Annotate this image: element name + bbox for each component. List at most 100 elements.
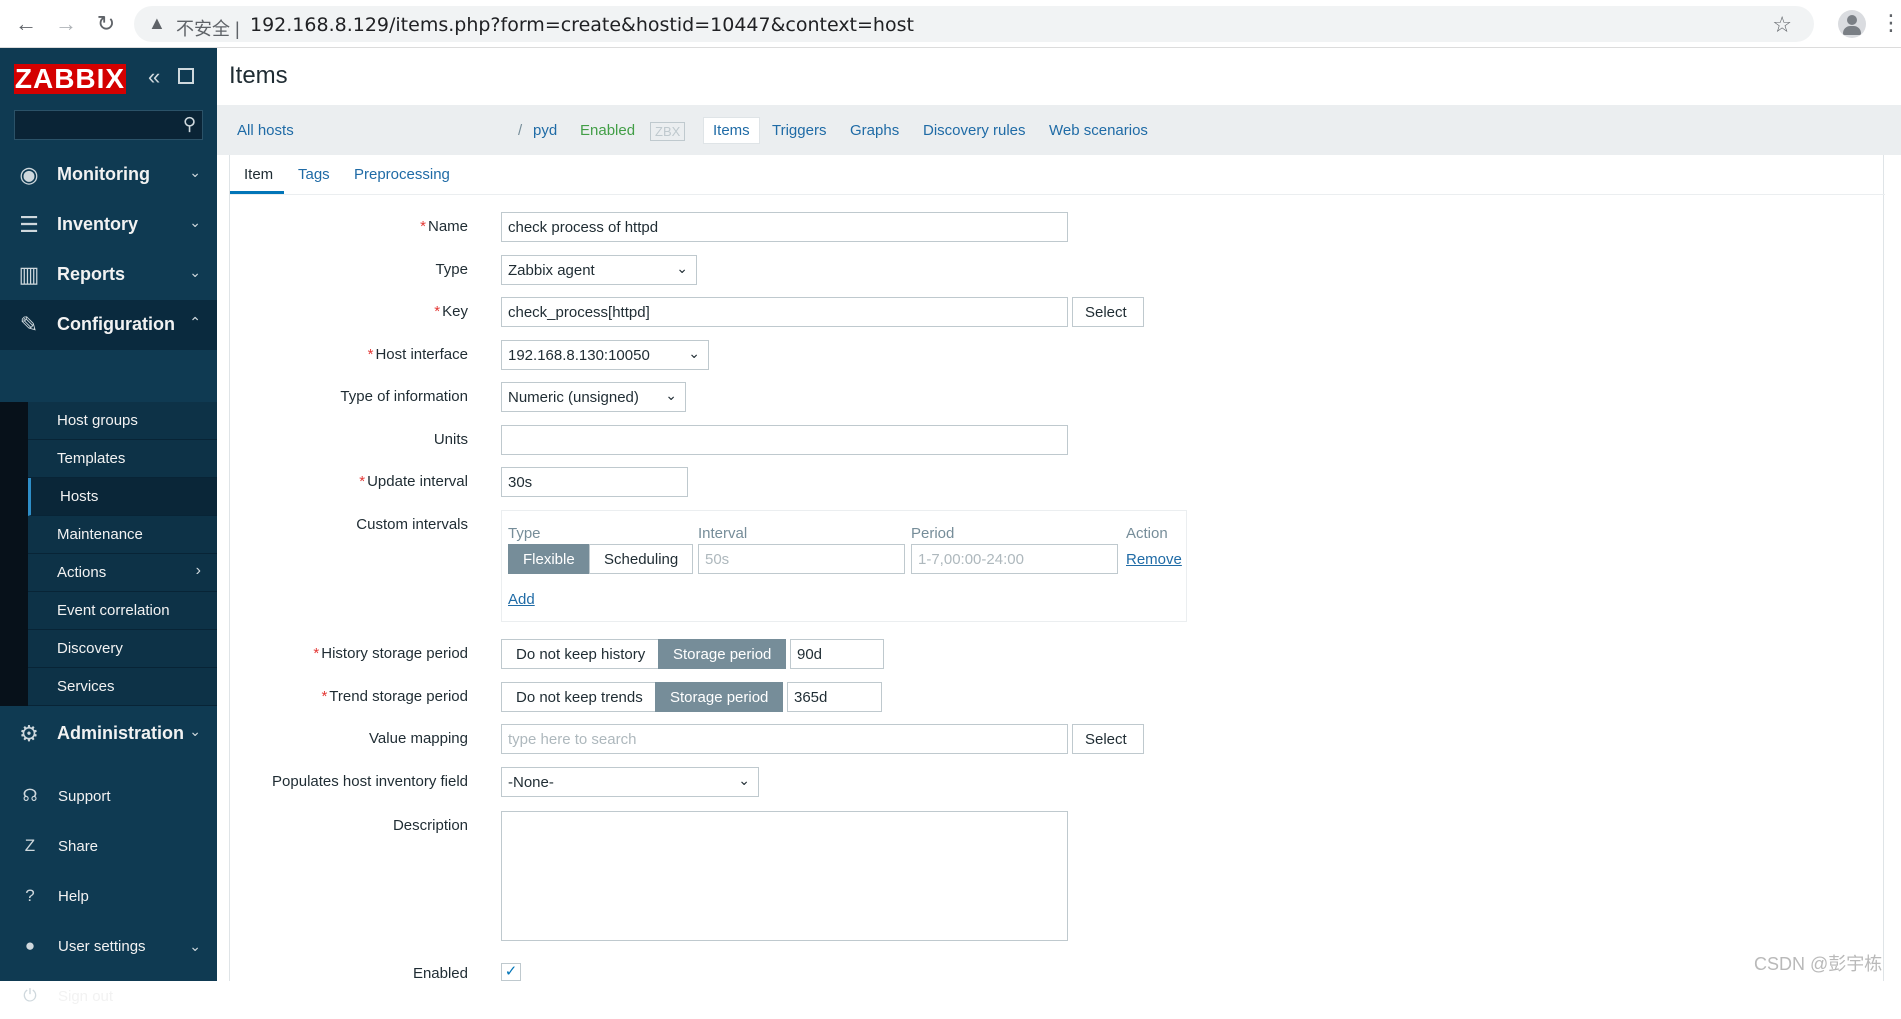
url-text[interactable]: 192.168.8.129/items.php?form=create&host… [250,14,914,36]
headset-icon: ☊ [22,786,38,805]
submenu-label: Discovery [57,640,123,657]
type-select[interactable]: Zabbix agent ⌄ [501,255,697,285]
chevron-down-icon: ⌄ [189,164,201,180]
menu-monitoring[interactable]: ◉ Monitoring ⌄ [0,150,217,200]
trend-storage-label: * Trend storage period [321,688,468,705]
reload-icon[interactable]: ↻ [92,10,120,38]
do-not-keep-history-toggle[interactable]: Do not keep history [501,639,659,669]
submenu-templates[interactable]: Templates [28,440,217,478]
tab-items[interactable]: Items [703,117,760,144]
enabled-checkbox[interactable]: ✓ [501,963,521,981]
submenu-actions[interactable]: Actions › [28,554,217,592]
watermark: CSDN @彭宇栋 [1754,954,1883,974]
host-link[interactable]: pyd [533,122,557,139]
active-tab-indicator [230,191,284,194]
trend-period-input[interactable]: 365d [787,682,882,712]
tab-discovery-rules[interactable]: Discovery rules [923,122,1026,139]
collapse-sidebar-icon[interactable]: « [148,64,160,90]
menu-label: Reports [57,264,126,284]
gear-icon: ⚙ [19,721,39,746]
value-mapping-input[interactable]: type here to search [501,724,1068,754]
warning-icon: ▲ [148,13,166,33]
back-icon[interactable]: ← [12,10,40,38]
zbx-availability-badge: ZBX [650,122,686,141]
list-icon: ☰ [19,212,39,237]
submenu-services[interactable]: Services [28,668,217,706]
tab-graphs[interactable]: Graphs [850,122,899,139]
key-label: * Key [434,303,468,320]
chevron-down-icon: ⌄ [665,387,677,403]
type-of-information-select[interactable]: Numeric (unsigned) ⌄ [501,382,686,412]
submenu-label: Services [57,678,115,695]
flexible-toggle[interactable]: Flexible [508,544,590,574]
forward-icon[interactable]: → [52,10,80,38]
interval-input[interactable]: 50s [698,544,905,574]
history-storage-label: * History storage period [313,645,468,662]
history-period-input[interactable]: 90d [790,639,884,669]
trend-storage-period-toggle[interactable]: Storage period [655,682,783,712]
submenu-label: Maintenance [57,526,143,543]
tab-web-scenarios[interactable]: Web scenarios [1049,122,1148,139]
submenu-maintenance[interactable]: Maintenance [28,516,217,554]
update-interval-input[interactable]: 30s [501,467,688,497]
tab-triggers[interactable]: Triggers [772,122,826,139]
item-form: Item Tags Preprocessing * Name check proc… [229,155,1885,982]
description-textarea[interactable] [501,811,1068,941]
menu-label: Sign out [58,988,114,1005]
menu-user-settings[interactable]: ● User settings ⌄ [0,925,217,969]
power-icon: ⏻ [23,986,37,1005]
menu-share[interactable]: Z Share [0,825,217,869]
menu-support[interactable]: ☊ Support [0,775,217,819]
kiosk-mode-icon[interactable] [178,68,194,84]
submenu-host-groups[interactable]: Host groups [28,402,217,440]
host-status-badge[interactable]: Enabled [580,122,635,139]
search-icon[interactable]: ⚲ [183,114,196,135]
units-input[interactable] [501,425,1068,455]
chevron-down-icon: ⌄ [676,260,688,276]
tab-item[interactable]: Item [244,166,273,183]
submenu-discovery[interactable]: Discovery [28,630,217,668]
menu-administration[interactable]: ⚙ Administration ⌄ [0,709,217,759]
menu-label: Administration [57,723,185,743]
do-not-keep-trends-toggle[interactable]: Do not keep trends [501,682,656,712]
profile-avatar-icon[interactable] [1838,10,1866,38]
menu-help[interactable]: ? Help [0,875,217,919]
menu-label: Monitoring [57,164,150,184]
name-input[interactable]: check process of httpd [501,212,1068,242]
submenu-event-correlation[interactable]: Event correlation [28,592,217,630]
key-input[interactable]: check_process[httpd] [501,297,1068,327]
menu-reports[interactable]: ▥ Reports ⌄ [0,250,217,300]
all-hosts-link[interactable]: All hosts [237,122,294,139]
tab-preprocessing[interactable]: Preprocessing [354,166,450,183]
add-interval-link[interactable]: Add [508,591,535,608]
browser-menu-icon[interactable]: ⋮ [1880,10,1901,36]
menu-label: Support [58,788,111,805]
menu-inventory[interactable]: ☰ Inventory ⌄ [0,200,217,250]
description-label: Description [392,817,468,834]
column-header: Type [508,525,541,542]
submenu-label: Actions [57,564,107,581]
scheduling-toggle[interactable]: Scheduling [589,544,693,574]
menu-configuration[interactable]: ✎ Configuration ⌃ [0,300,217,350]
value-mapping-select-button[interactable]: Select [1072,724,1144,754]
history-storage-period-toggle[interactable]: Storage period [658,639,786,669]
inventory-field-select[interactable]: -None- ⌄ [501,767,759,797]
zabbix-logo[interactable]: ZABBIX [14,64,126,94]
sidebar-search-input[interactable]: ⚲ [14,110,203,140]
type-label: Type [435,261,468,278]
column-header: Interval [698,525,748,542]
menu-label: Share [58,838,99,855]
security-label: 不安全 | [176,19,240,39]
name-label: * Name [420,218,468,235]
host-interface-select[interactable]: 192.168.8.130:10050 ⌄ [501,340,709,370]
address-bar[interactable]: ▲ 不安全 | 192.168.8.129/items.php?form=cre… [134,6,1814,42]
remove-link[interactable]: Remove [1126,551,1182,568]
submenu-label: Hosts [60,488,99,505]
menu-sign-out[interactable]: ⏻ Sign out [0,975,217,1019]
bookmark-star-icon[interactable]: ☆ [1772,12,1792,38]
key-select-button[interactable]: Select [1072,297,1144,327]
chevron-down-icon: ⌄ [738,772,750,788]
tab-tags[interactable]: Tags [298,166,330,183]
period-input[interactable]: 1-7,00:00-24:00 [911,544,1118,574]
submenu-hosts[interactable]: Hosts [28,478,217,516]
